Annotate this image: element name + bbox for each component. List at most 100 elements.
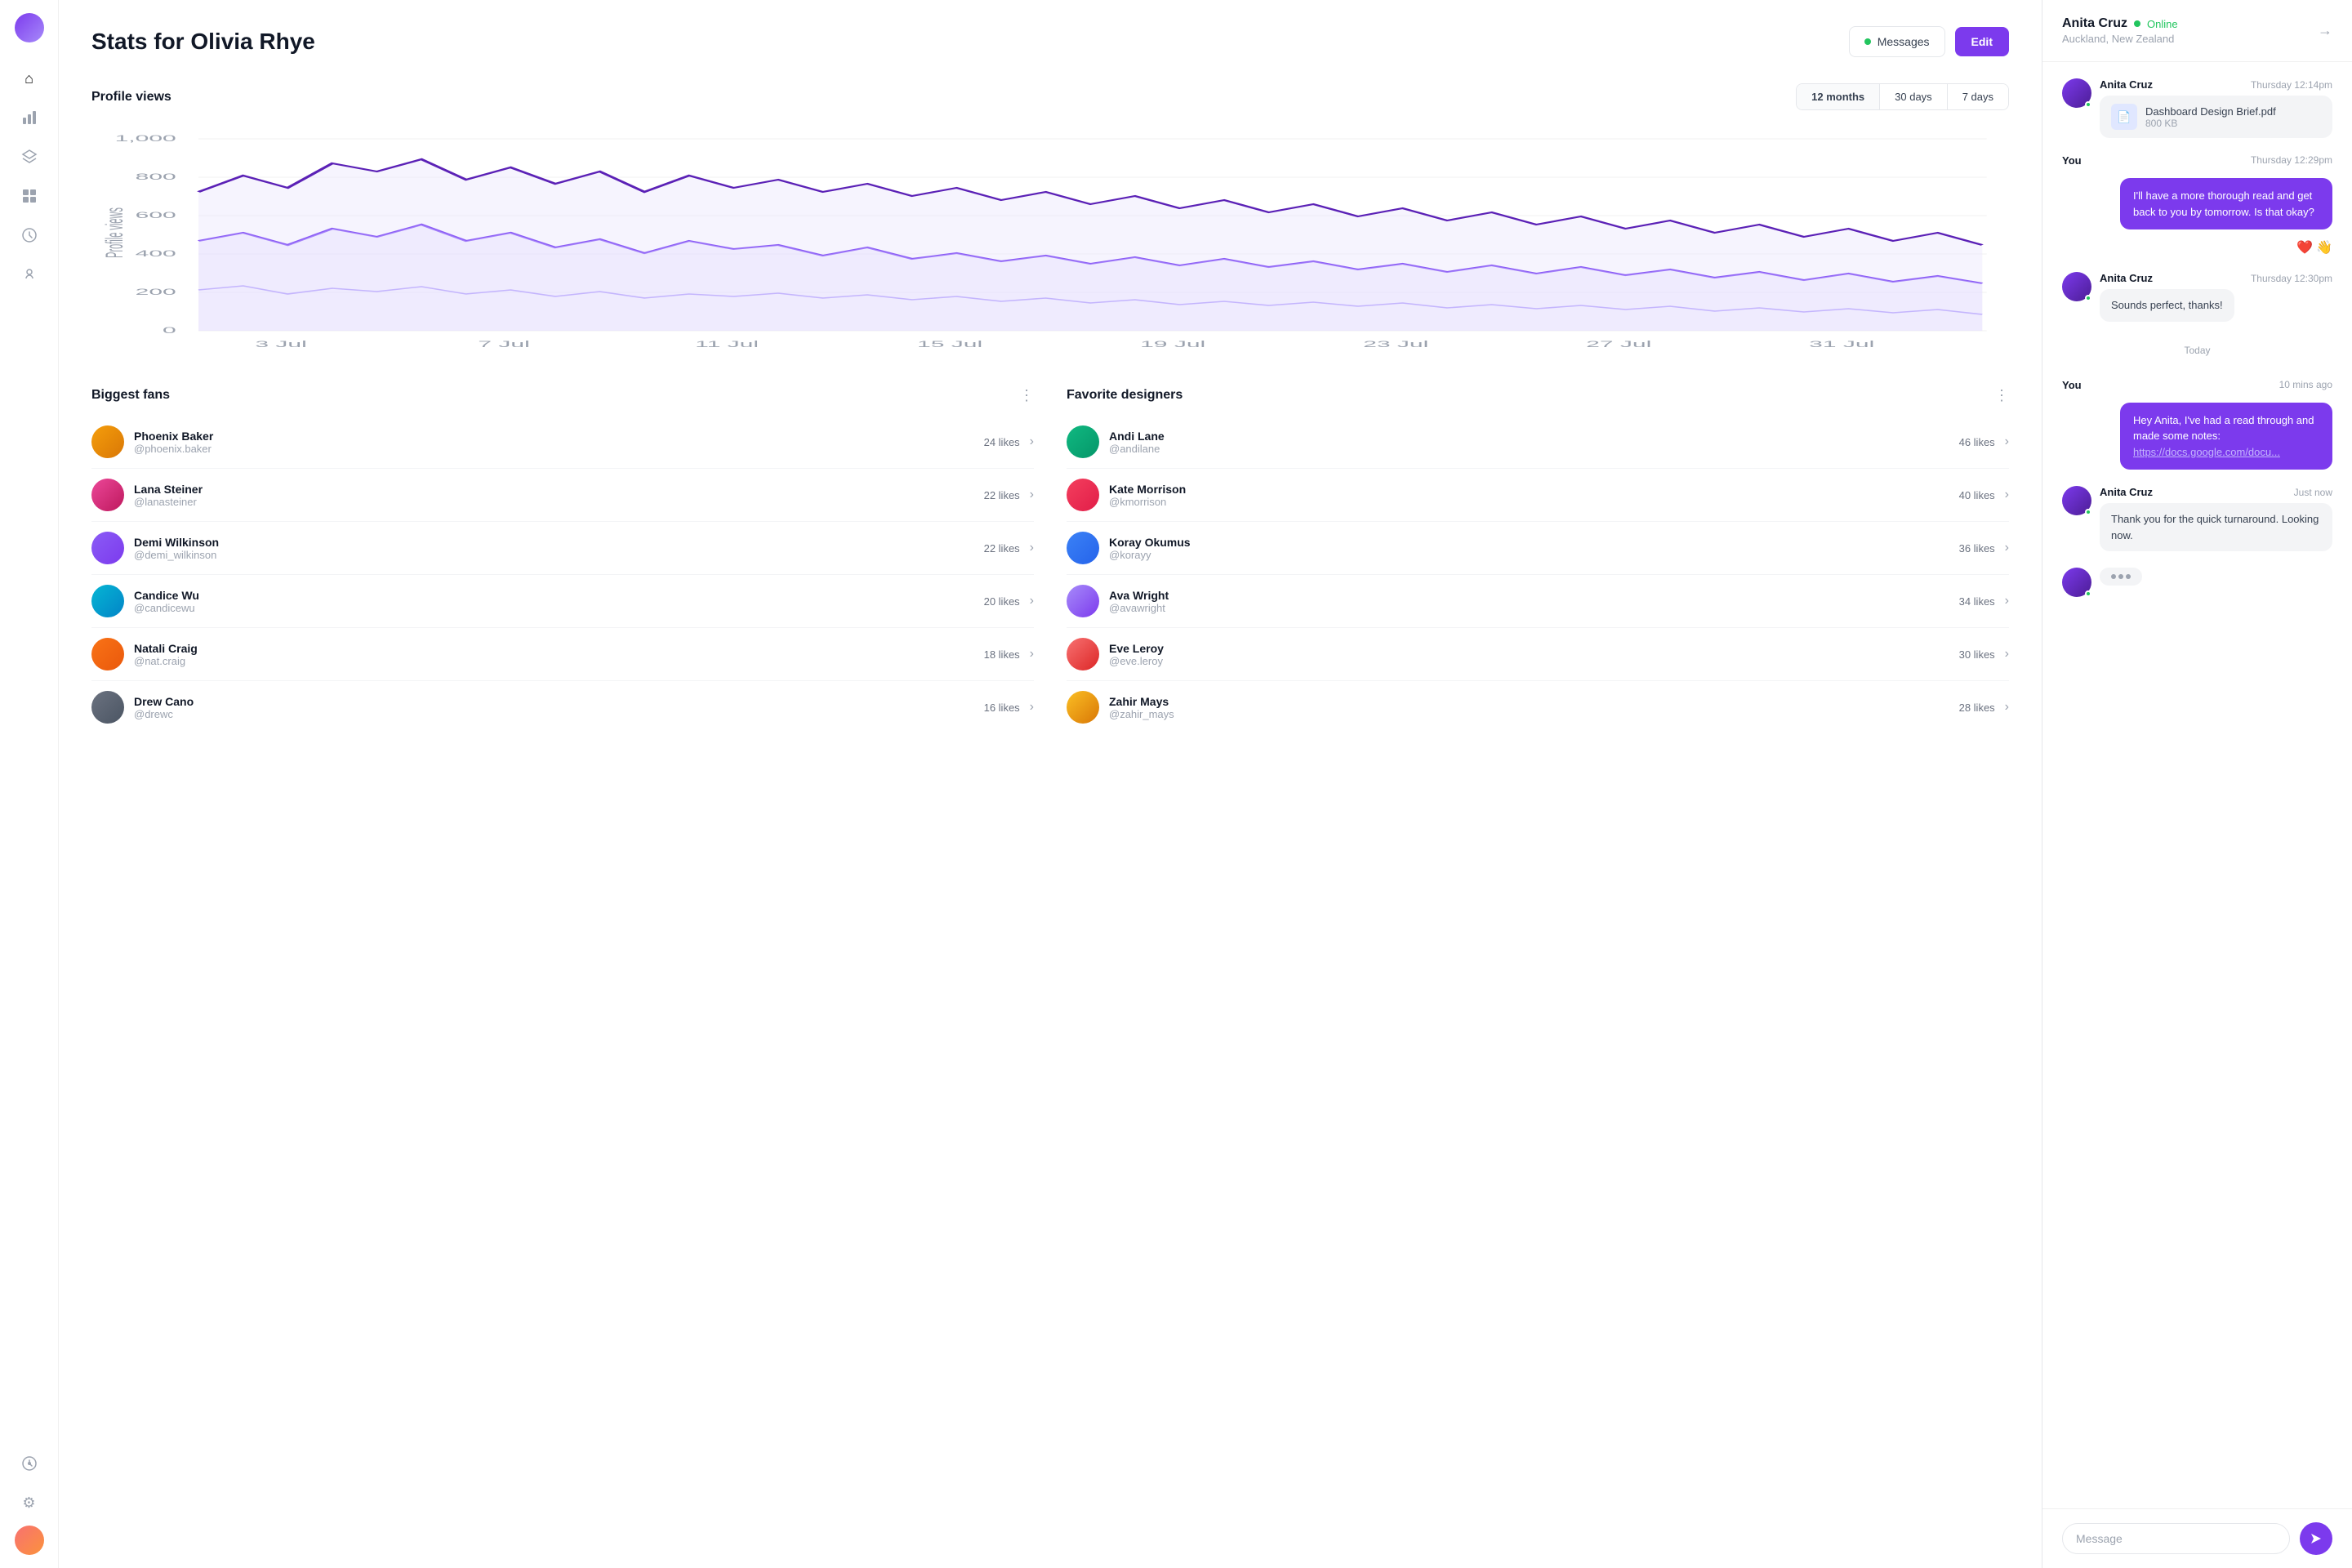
list-item[interactable]: Demi Wilkinson @demi_wilkinson 22 likes … bbox=[91, 522, 1034, 575]
edit-button[interactable]: Edit bbox=[1955, 27, 2009, 56]
avatar-anita-3 bbox=[2062, 486, 2091, 515]
message-sender-name: Anita Cruz bbox=[2100, 272, 2153, 284]
bottom-grid: Biggest fans ⋮ Phoenix Baker @phoenix.ba… bbox=[91, 388, 2009, 733]
chat-input-row bbox=[2042, 1508, 2352, 1568]
fan-name-4: Natali Craig bbox=[134, 642, 984, 655]
designer-likes-4: 30 likes bbox=[1959, 648, 1995, 661]
list-item[interactable]: Kate Morrison @kmorrison 40 likes › bbox=[1067, 469, 2009, 522]
sidebar-item-components[interactable] bbox=[13, 180, 46, 212]
sidebar-item-settings[interactable]: ⚙ bbox=[13, 1486, 46, 1519]
list-item[interactable]: Andi Lane @andilane 46 likes › bbox=[1067, 416, 2009, 469]
designer-handle-0: @andilane bbox=[1109, 443, 1959, 455]
chevron-icon: › bbox=[1030, 541, 1034, 555]
designer-handle-2: @korayy bbox=[1109, 549, 1959, 561]
message-input[interactable] bbox=[2062, 1523, 2290, 1554]
app-logo[interactable] bbox=[15, 13, 44, 42]
typing-dot-3 bbox=[2126, 574, 2131, 579]
designer-name-2: Koray Okumus bbox=[1109, 536, 1959, 549]
avatar-kate bbox=[1067, 479, 1099, 511]
main-content: Stats for Olivia Rhye Messages Edit Prof… bbox=[59, 0, 2042, 1568]
biggest-fans-list: Phoenix Baker @phoenix.baker 24 likes › … bbox=[91, 416, 1034, 733]
chat-user-name: Anita Cruz Online bbox=[2062, 16, 2178, 31]
list-item[interactable]: Candice Wu @candicewu 20 likes › bbox=[91, 575, 1034, 628]
list-item[interactable]: Phoenix Baker @phoenix.baker 24 likes › bbox=[91, 416, 1034, 469]
send-button[interactable] bbox=[2300, 1522, 2332, 1555]
message-group: You 10 mins ago Hey Anita, I've had a re… bbox=[2062, 379, 2332, 470]
tab-12-months[interactable]: 12 months bbox=[1797, 84, 1880, 109]
status-dot bbox=[2085, 101, 2091, 108]
file-name: Dashboard Design Brief.pdf bbox=[2145, 105, 2276, 118]
sidebar-item-layers[interactable] bbox=[13, 140, 46, 173]
fan-likes-5: 16 likes bbox=[984, 702, 1020, 714]
sidebar-item-analytics[interactable] bbox=[13, 101, 46, 134]
favorite-designers-list: Andi Lane @andilane 46 likes › Kate Morr… bbox=[1067, 416, 2009, 733]
sidebar-item-schedule[interactable] bbox=[13, 219, 46, 252]
list-item[interactable]: Zahir Mays @zahir_mays 28 likes › bbox=[1067, 681, 2009, 733]
outgoing-bubble: I'll have a more thorough read and get b… bbox=[2120, 178, 2332, 229]
file-size: 800 KB bbox=[2145, 118, 2276, 129]
message-sender-name: Anita Cruz bbox=[2100, 486, 2153, 498]
header-actions: Messages Edit bbox=[1849, 26, 2009, 57]
list-item[interactable]: Lana Steiner @lanasteiner 22 likes › bbox=[91, 469, 1034, 522]
message-link[interactable]: https://docs.google.com/docu... bbox=[2133, 446, 2280, 458]
tab-7-days[interactable]: 7 days bbox=[1948, 84, 2008, 109]
message-content: Anita Cruz Thursday 12:30pm Sounds perfe… bbox=[2100, 272, 2332, 322]
fan-name-5: Drew Cano bbox=[134, 695, 984, 708]
y-axis-title: Profile views bbox=[101, 207, 128, 258]
biggest-fans-more-icon[interactable]: ⋮ bbox=[1019, 388, 1034, 403]
chevron-icon: › bbox=[1030, 647, 1034, 662]
favorite-designers-more-icon[interactable]: ⋮ bbox=[1994, 388, 2009, 403]
message-group: Anita Cruz Thursday 12:30pm Sounds perfe… bbox=[2062, 272, 2332, 322]
online-indicator bbox=[1864, 38, 1871, 45]
list-item[interactable]: Eve Leroy @eve.leroy 30 likes › bbox=[1067, 628, 2009, 681]
designer-handle-4: @eve.leroy bbox=[1109, 655, 1959, 667]
list-item[interactable]: Koray Okumus @korayy 36 likes › bbox=[1067, 522, 2009, 575]
favorite-designers-section: Favorite designers ⋮ Andi Lane @andilane… bbox=[1067, 388, 2009, 733]
status-dot bbox=[2085, 509, 2091, 515]
reaction-wave: 👋 bbox=[2316, 239, 2332, 256]
profile-views-chart: 1,000 800 600 400 200 0 Profile views bbox=[91, 127, 2009, 355]
status-dot bbox=[2085, 295, 2091, 301]
fan-name-0: Phoenix Baker bbox=[134, 430, 984, 443]
fan-likes-4: 18 likes bbox=[984, 648, 1020, 661]
tab-30-days[interactable]: 30 days bbox=[1880, 84, 1948, 109]
message-meta: Anita Cruz Thursday 12:30pm bbox=[2100, 272, 2332, 284]
x-tick-19jul: 19 Jul bbox=[1140, 339, 1205, 349]
message-group: Anita Cruz Just now Thank you for the qu… bbox=[2062, 486, 2332, 551]
profile-views-section: Profile views 12 months 30 days 7 days 1… bbox=[91, 83, 2009, 355]
chat-header: Anita Cruz Online Auckland, New Zealand … bbox=[2042, 0, 2352, 62]
chat-panel: Anita Cruz Online Auckland, New Zealand … bbox=[2042, 0, 2352, 1568]
status-dot bbox=[2085, 590, 2091, 597]
designer-name-1: Kate Morrison bbox=[1109, 483, 1959, 496]
avatar-anita-4 bbox=[2062, 568, 2091, 597]
avatar-anita-2 bbox=[2062, 272, 2091, 301]
x-tick-7jul: 7 Jul bbox=[478, 339, 529, 349]
list-item[interactable]: Ava Wright @avawright 34 likes › bbox=[1067, 575, 2009, 628]
sidebar-item-home[interactable]: ⌂ bbox=[13, 62, 46, 95]
designer-likes-3: 34 likes bbox=[1959, 595, 1995, 608]
message-time: Just now bbox=[2294, 487, 2332, 498]
message-group: You Thursday 12:29pm I'll have a more th… bbox=[2062, 154, 2332, 256]
sidebar: ⌂ ⚙ bbox=[0, 0, 59, 1568]
file-message[interactable]: 📄 Dashboard Design Brief.pdf 800 KB bbox=[2100, 96, 2332, 138]
user-avatar[interactable] bbox=[15, 1526, 44, 1555]
chat-navigate-icon[interactable]: → bbox=[2318, 22, 2332, 39]
fan-name-1: Lana Steiner bbox=[134, 483, 984, 496]
fan-handle-2: @demi_wilkinson bbox=[134, 549, 984, 561]
designer-likes-5: 28 likes bbox=[1959, 702, 1995, 714]
chat-messages: Anita Cruz Thursday 12:14pm 📄 Dashboard … bbox=[2042, 62, 2352, 1508]
designer-name-5: Zahir Mays bbox=[1109, 695, 1959, 708]
messages-button[interactable]: Messages bbox=[1849, 26, 1945, 57]
sidebar-item-users[interactable] bbox=[13, 258, 46, 291]
list-item[interactable]: Natali Craig @nat.craig 18 likes › bbox=[91, 628, 1034, 681]
avatar-phoenix bbox=[91, 425, 124, 458]
typing-content bbox=[2100, 568, 2332, 586]
message-sender-you: You bbox=[2062, 379, 2082, 391]
fan-likes-1: 22 likes bbox=[984, 489, 1020, 501]
list-item[interactable]: Drew Cano @drewc 16 likes › bbox=[91, 681, 1034, 733]
x-tick-27jul: 27 Jul bbox=[1586, 339, 1651, 349]
sidebar-bottom: ⚙ bbox=[13, 1447, 46, 1555]
sidebar-item-team[interactable] bbox=[13, 1447, 46, 1480]
page-title: Stats for Olivia Rhye bbox=[91, 29, 315, 55]
chat-location: Auckland, New Zealand bbox=[2062, 33, 2178, 45]
